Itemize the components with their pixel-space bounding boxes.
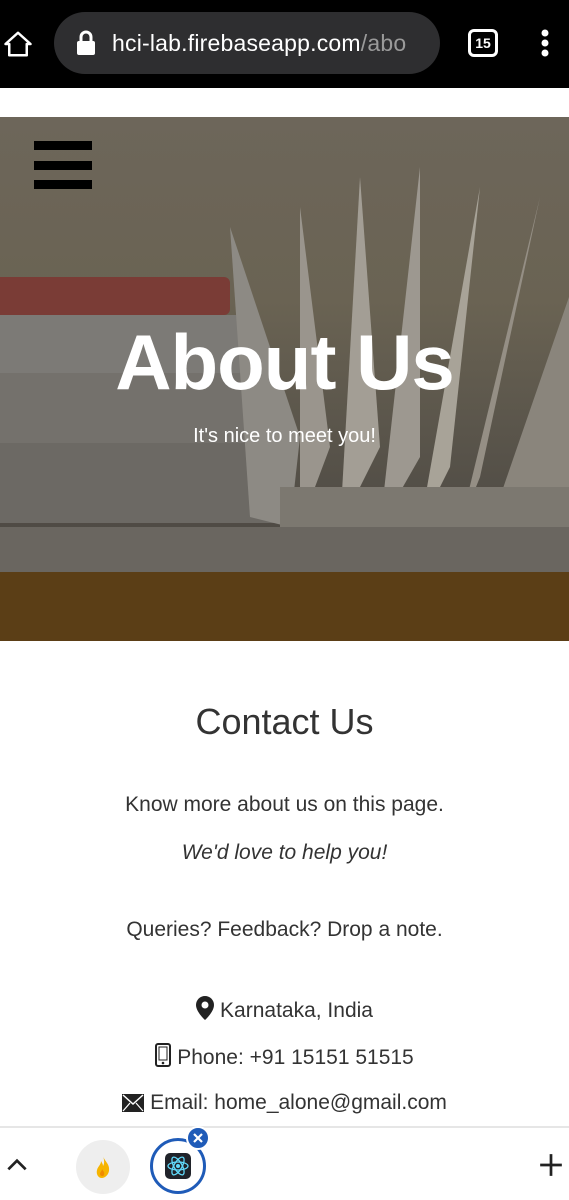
tab-thumbnail-firebase[interactable] bbox=[76, 1140, 130, 1194]
address-bar[interactable]: hci-lab.firebaseapp.com/abo bbox=[54, 12, 440, 74]
chevron-up-icon[interactable] bbox=[4, 1152, 30, 1178]
lock-icon bbox=[77, 30, 95, 55]
browser-menu-button[interactable] bbox=[530, 24, 560, 62]
envelope-icon bbox=[122, 1094, 145, 1112]
email-text: Email: home_alone@gmail.com bbox=[150, 1091, 447, 1114]
phone-text: Phone: +91 15151 51515 bbox=[177, 1046, 414, 1069]
bottom-tab-bar bbox=[0, 1126, 569, 1200]
react-icon bbox=[165, 1153, 191, 1179]
mobile-phone-icon bbox=[155, 1043, 172, 1067]
hamburger-menu-button[interactable] bbox=[34, 141, 92, 189]
intro-text: Know more about us on this page. bbox=[125, 793, 444, 816]
flame-icon bbox=[96, 1156, 110, 1178]
hero-title: About Us bbox=[115, 318, 455, 406]
hero-subtitle: It's nice to meet you! bbox=[193, 425, 376, 447]
phone-row: Phone: +91 15151 51515 bbox=[0, 1043, 569, 1070]
hero-section: About Us It's nice to meet you! bbox=[0, 117, 569, 641]
url-path: /abo bbox=[360, 29, 407, 56]
new-tab-plus-icon[interactable] bbox=[538, 1152, 564, 1178]
queries-text: Queries? Feedback? Drop a note. bbox=[126, 918, 443, 941]
close-icon bbox=[193, 1133, 203, 1143]
location-row: Karnataka, India bbox=[0, 996, 569, 1023]
browser-toolbar: hci-lab.firebaseapp.com/abo 15 bbox=[0, 0, 569, 88]
email-row: Email: home_alone@gmail.com bbox=[0, 1091, 569, 1115]
home-icon bbox=[4, 31, 32, 57]
contact-title: Contact Us bbox=[195, 701, 374, 742]
location-text: Karnataka, India bbox=[220, 999, 373, 1022]
close-tab-button[interactable] bbox=[186, 1126, 210, 1150]
help-text: We'd love to help you! bbox=[181, 841, 388, 864]
tab-count: 15 bbox=[475, 35, 491, 51]
home-button[interactable] bbox=[0, 22, 36, 66]
url-text: hci-lab.firebaseapp.com/abo bbox=[112, 30, 406, 57]
map-marker-icon bbox=[196, 996, 215, 1020]
more-vert-icon bbox=[541, 29, 549, 57]
tab-switcher-button[interactable]: 15 bbox=[468, 29, 498, 57]
url-domain: hci-lab.firebaseapp.com bbox=[112, 29, 361, 56]
